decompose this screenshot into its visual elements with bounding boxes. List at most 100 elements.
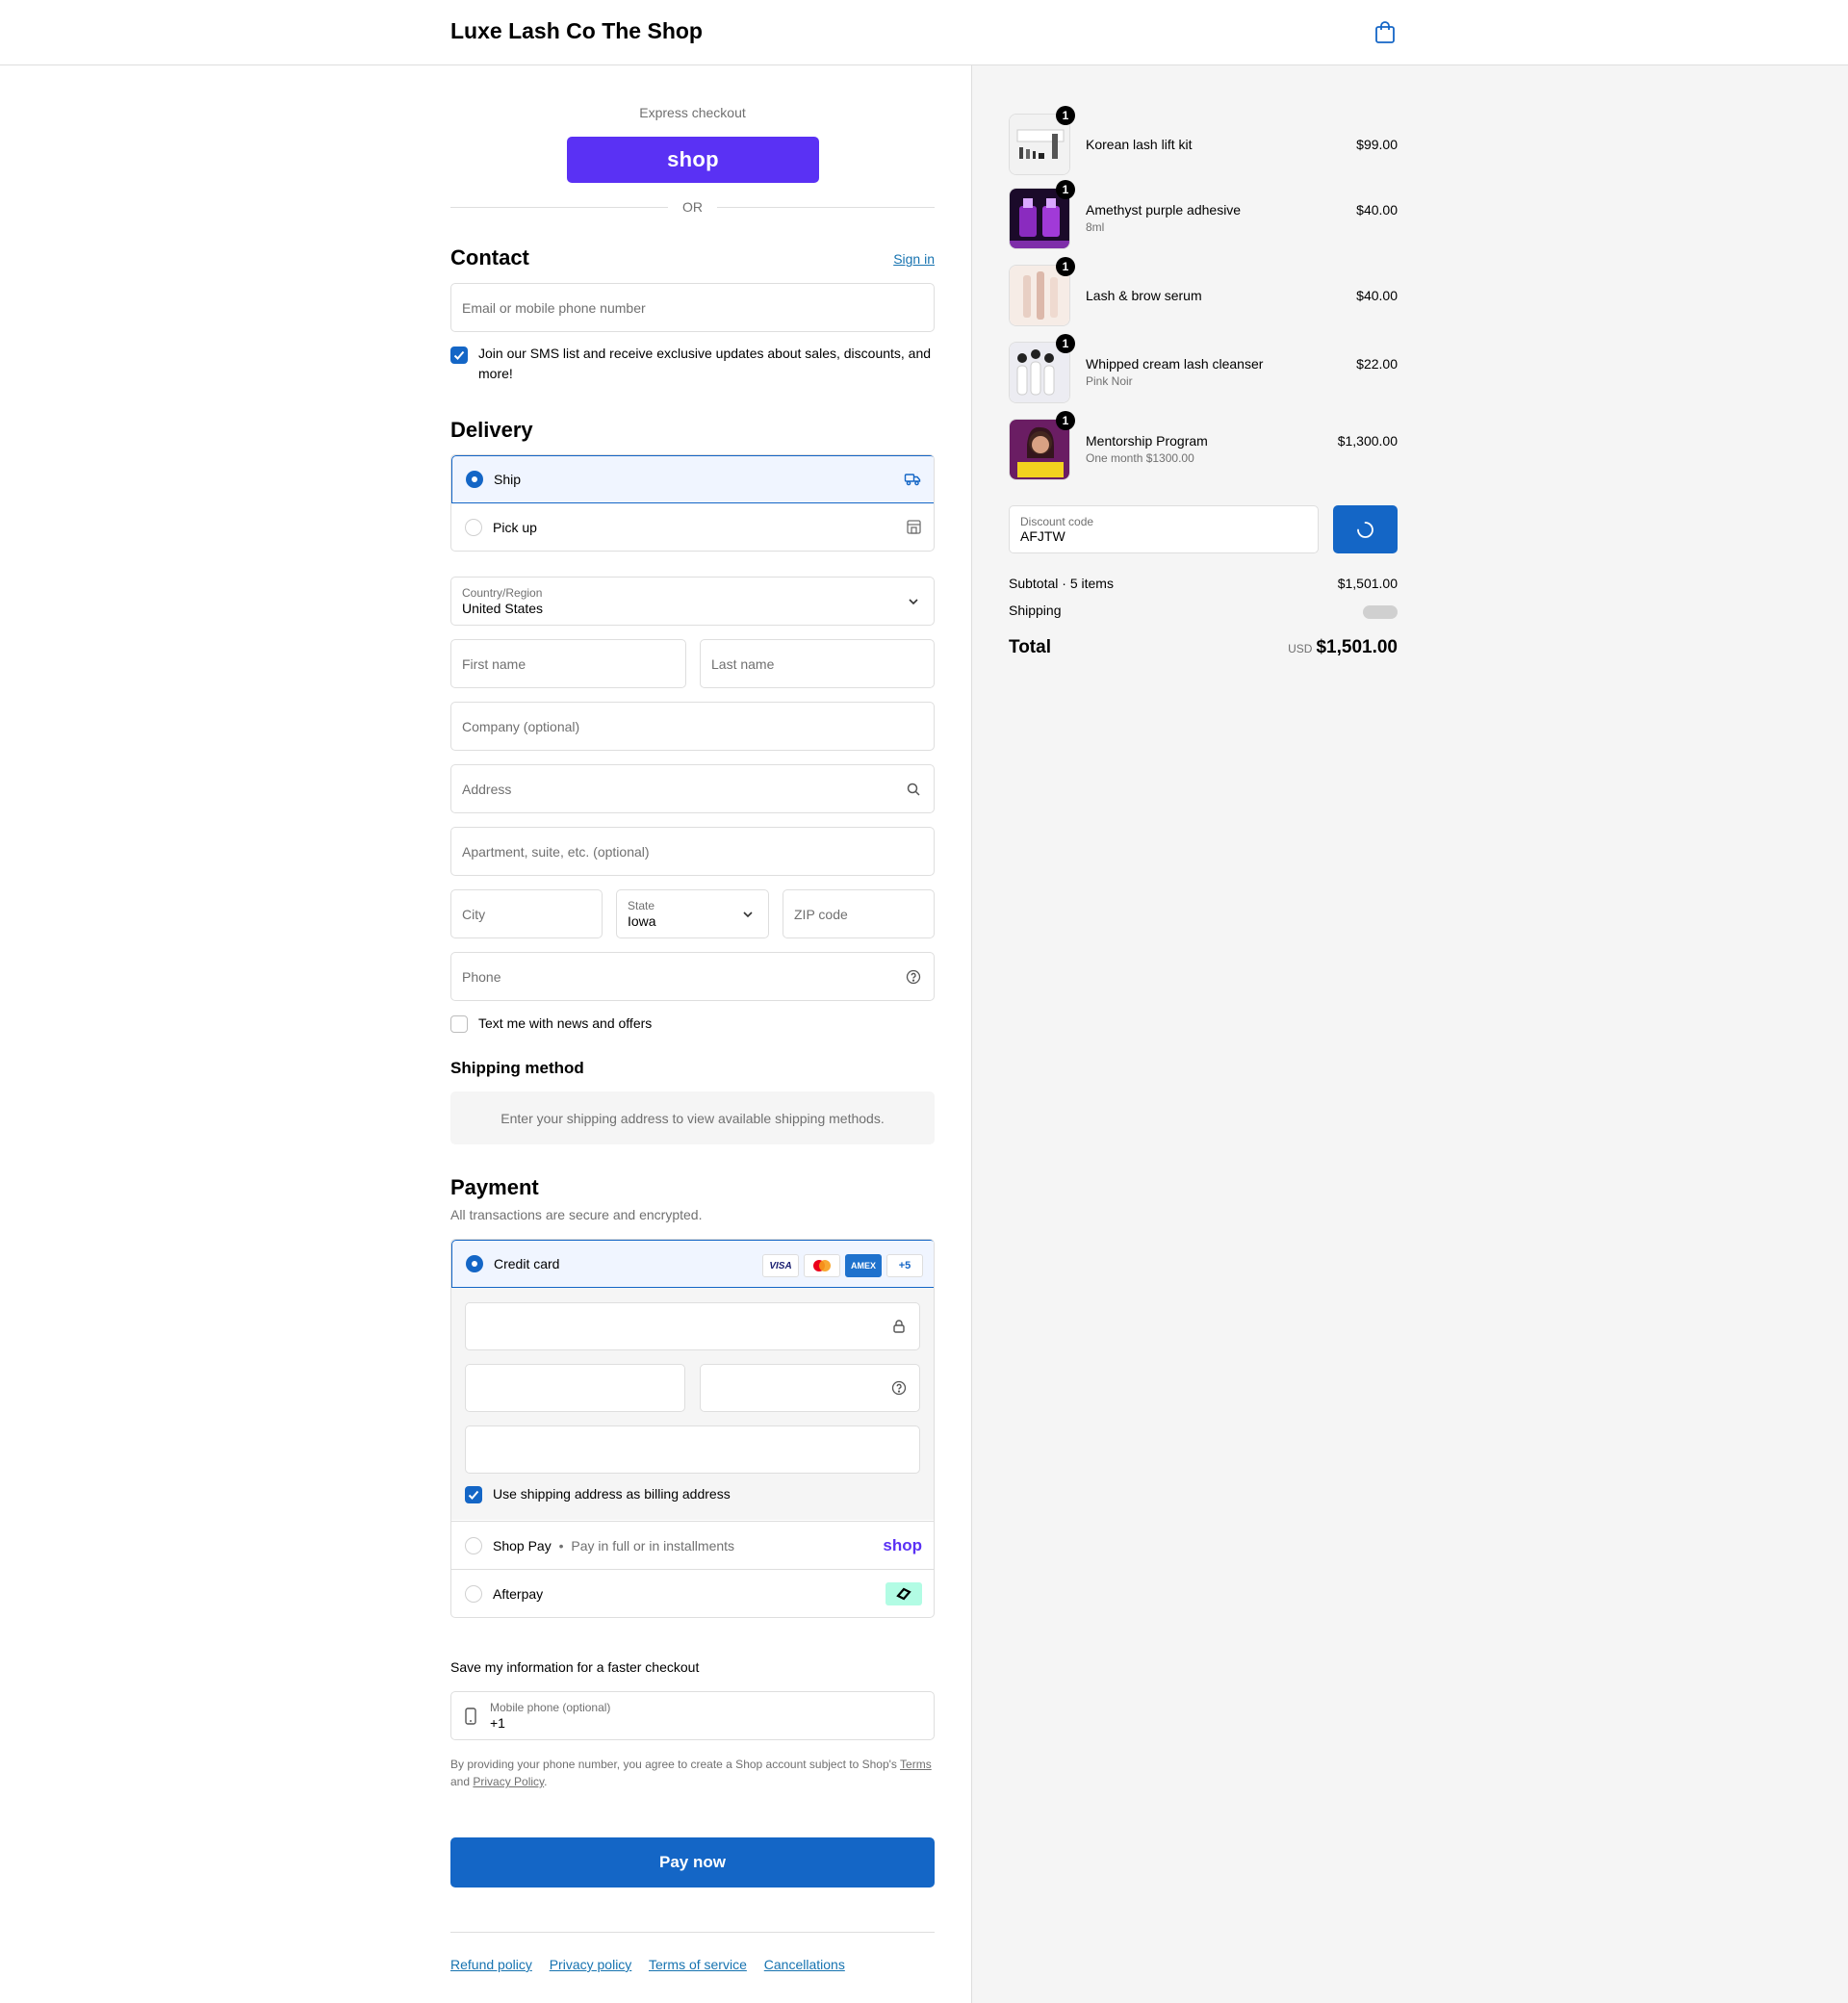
credit-card-radio[interactable] [466, 1255, 483, 1272]
store-brand[interactable]: Luxe Lash Co The Shop [450, 18, 703, 44]
terms-of-service-link[interactable]: Terms of service [649, 1957, 747, 1972]
item-name: Lash & brow serum [1086, 288, 1202, 303]
shop-pay-express-button[interactable]: shop [567, 137, 819, 183]
security-code-field[interactable] [700, 1364, 920, 1412]
sms-checkbox[interactable] [450, 347, 468, 364]
privacy-policy-link[interactable]: Privacy Policy [473, 1775, 544, 1788]
legal-end-text: . [544, 1775, 548, 1788]
truck-icon [904, 474, 921, 486]
afterpay-radio[interactable] [465, 1585, 482, 1603]
country-label: Country/Region [462, 586, 543, 600]
mastercard-logo [813, 1260, 831, 1271]
payment-option-credit-card[interactable]: Credit card VISA AMEX +5 [451, 1240, 934, 1288]
afterpay-icon [886, 1582, 922, 1605]
city-field[interactable]: City [450, 889, 603, 938]
sms-opt-in-text-cont: more! [478, 366, 513, 381]
privacy-policy-footer-link[interactable]: Privacy policy [550, 1957, 632, 1972]
store-icon [907, 520, 921, 534]
ship-radio[interactable] [466, 471, 483, 488]
line-item: 1 Amethyst purple adhesive 8ml $40.00 [1009, 180, 1398, 249]
item-name: Whipped cream lash cleanser [1086, 356, 1264, 372]
last-name-field[interactable]: Last name [700, 639, 935, 688]
line-item: 1 Mentorship Program One month $1300.00 … [1009, 411, 1398, 480]
chevron-down-icon [743, 911, 753, 917]
shop-pay-text: Shop Pay [493, 1537, 552, 1554]
afterpay-label: Afterpay [493, 1585, 544, 1602]
pickup-label: Pick up [493, 520, 537, 535]
shop-pay-logo: shop [883, 1536, 922, 1554]
shopping-bag-icon[interactable] [1374, 21, 1396, 44]
footer-divider [450, 1932, 935, 1933]
state-select[interactable]: State Iowa [616, 889, 769, 938]
subtotal-label: Subtotal · 5 items [1009, 576, 1114, 591]
mobile-phone-field[interactable]: Mobile phone (optional) +1 [450, 1691, 935, 1740]
check-icon [468, 1490, 479, 1500]
shop-pay-radio[interactable] [465, 1537, 482, 1554]
country-select[interactable]: Country/Region United States [450, 577, 935, 626]
first-name-field[interactable]: First name [450, 639, 686, 688]
legal-and-text: and [450, 1775, 471, 1788]
delivery-heading: Delivery [450, 418, 533, 442]
line-item: 1 Whipped cream lash cleanser Pink Noir … [1009, 334, 1398, 403]
phone-field[interactable]: Phone [450, 952, 935, 1001]
express-checkout-label: Express checkout [639, 105, 746, 120]
delivery-method-group: Ship Pick up [450, 454, 935, 552]
payment-method-group: Credit card VISA AMEX +5 Use shipping ad… [450, 1239, 935, 1618]
billing-same-checkbox[interactable] [465, 1486, 482, 1503]
billing-same-label: Use shipping address as billing address [493, 1486, 731, 1502]
address-field[interactable]: Address [450, 764, 935, 813]
text-offers-checkbox[interactable] [450, 1015, 468, 1033]
shipping-loading-placeholder [1363, 605, 1398, 619]
contact-heading: Contact [450, 245, 529, 270]
loading-spinner-icon [1357, 522, 1373, 538]
discount-code-field[interactable]: Discount code AFJTW [1009, 505, 1319, 553]
card-number-field[interactable] [465, 1302, 920, 1350]
zip-placeholder: ZIP code [794, 906, 848, 922]
subtotal-row: Subtotal · 5 items $1,501.00 [1009, 576, 1398, 591]
country-value: United States [462, 601, 544, 616]
payment-option-shop-pay[interactable]: Shop Pay • Pay in full or in installment… [451, 1521, 934, 1569]
apply-discount-button[interactable] [1333, 505, 1398, 553]
city-placeholder: City [462, 906, 486, 922]
total-row: Total USD $1,501.00 [1009, 637, 1398, 664]
shop-pay-label: Shop Pay • Pay in full or in installment… [493, 1538, 734, 1554]
header: Luxe Lash Co The Shop [0, 0, 1848, 65]
quantity-badge: 1 [1056, 257, 1075, 276]
total-label: Total [1009, 637, 1051, 657]
phone-placeholder: Phone [462, 968, 501, 985]
shipping-method-heading: Shipping method [450, 1059, 584, 1077]
apartment-field[interactable]: Apartment, suite, etc. (optional) [450, 827, 935, 876]
legal-text: By providing your phone number, you agre… [450, 1758, 897, 1771]
expiration-field[interactable] [465, 1364, 685, 1412]
pay-now-button[interactable]: Pay now [450, 1837, 935, 1887]
company-field[interactable]: Company (optional) [450, 702, 935, 751]
check-icon [453, 350, 465, 360]
footer-links: Refund policy Privacy policy Terms of se… [450, 1957, 859, 1972]
payment-subtitle: All transactions are secure and encrypte… [450, 1207, 703, 1222]
email-field[interactable]: Email or mobile phone number [450, 283, 935, 332]
terms-link[interactable]: Terms [900, 1758, 932, 1771]
shipping-label: Shipping [1009, 603, 1062, 618]
refund-policy-link[interactable]: Refund policy [450, 1957, 532, 1972]
amex-icon: AMEX [845, 1254, 882, 1277]
help-icon[interactable] [906, 969, 921, 985]
delivery-option-ship[interactable]: Ship [451, 455, 934, 503]
item-name: Amethyst purple adhesive [1086, 202, 1242, 218]
mobile-phone-label: Mobile phone (optional) [490, 1701, 611, 1714]
apartment-placeholder: Apartment, suite, etc. (optional) [462, 843, 650, 860]
lock-icon [893, 1320, 905, 1333]
quantity-badge: 1 [1056, 106, 1075, 125]
help-icon[interactable] [891, 1380, 907, 1396]
delivery-option-pickup[interactable]: Pick up [451, 503, 934, 551]
name-on-card-field[interactable] [465, 1425, 920, 1474]
credit-card-label: Credit card [494, 1256, 560, 1271]
cancellations-link[interactable]: Cancellations [764, 1957, 845, 1972]
item-variant: 8ml [1086, 220, 1105, 234]
item-name: Korean lash lift kit [1086, 137, 1193, 152]
item-price: $99.00 [1356, 137, 1398, 152]
payment-option-afterpay[interactable]: Afterpay [451, 1569, 934, 1617]
sign-in-link[interactable]: Sign in [893, 251, 935, 267]
pickup-radio[interactable] [465, 519, 482, 536]
first-name-placeholder: First name [462, 655, 526, 672]
zip-field[interactable]: ZIP code [783, 889, 935, 938]
